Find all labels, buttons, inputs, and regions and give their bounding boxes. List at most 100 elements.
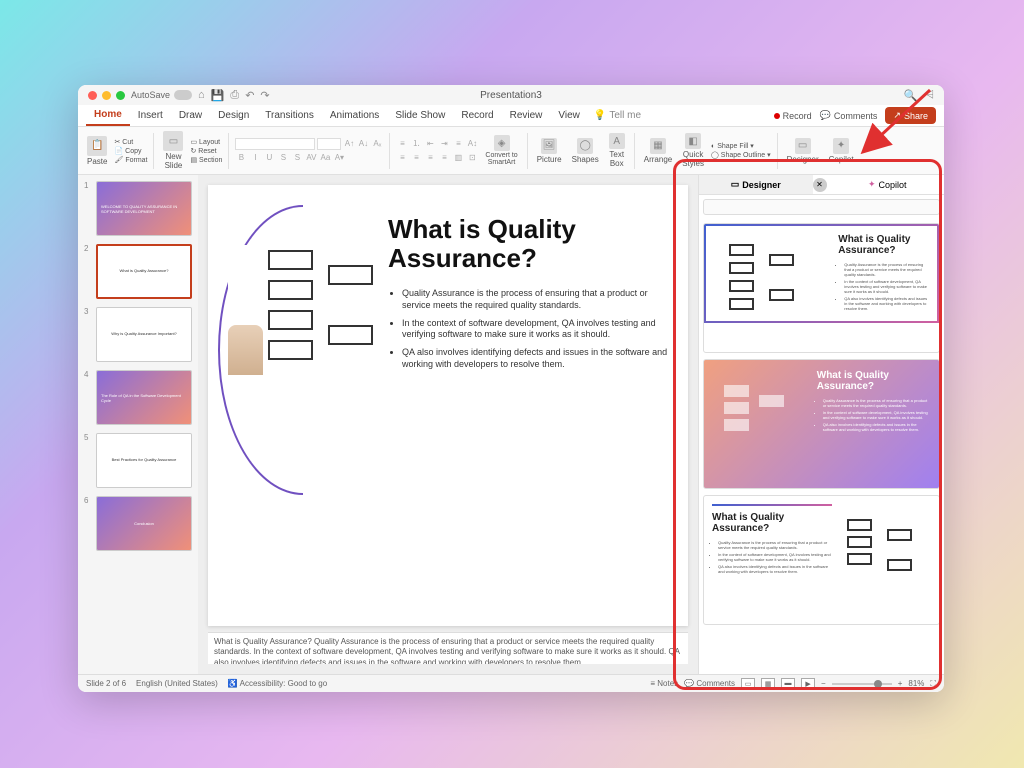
shapes-button[interactable]: ◯Shapes (569, 138, 602, 164)
slide-title[interactable]: What is Quality Assurance? (388, 215, 668, 272)
sorter-view-button[interactable]: ▦ (761, 678, 775, 690)
tab-draw[interactable]: Draw (171, 106, 210, 125)
layout-button[interactable]: ▭ Layout (190, 138, 222, 146)
fit-button[interactable]: ⛶ (930, 679, 936, 689)
current-slide[interactable]: What is Quality Assurance? Quality Assur… (208, 185, 688, 626)
zoom-slider[interactable] (832, 683, 892, 685)
align-center-button[interactable]: ≡ (410, 152, 422, 164)
tab-transitions[interactable]: Transitions (257, 106, 322, 125)
tab-slideshow[interactable]: Slide Show (387, 106, 453, 125)
designer-tab[interactable]: ▭Designer (699, 175, 813, 194)
grow-font-button[interactable]: A↑ (343, 138, 355, 150)
save-icon[interactable]: 💾 (211, 89, 225, 102)
search-icon[interactable]: 🔍 (903, 89, 917, 102)
pane-close-button[interactable]: ✕ (813, 178, 827, 192)
tab-view[interactable]: View (550, 106, 588, 125)
format-painter-button[interactable]: 🖌 Format (114, 156, 147, 164)
thumb-slide-3[interactable]: Why is Quality Assurance Important? (96, 307, 192, 362)
toggle-switch[interactable] (174, 90, 192, 100)
design-suggestion-3[interactable]: What is Quality Assurance? Quality Assur… (703, 495, 940, 625)
align-justify-button[interactable]: ≡ (438, 152, 450, 164)
thumb-slide-4[interactable]: The Role of QA in the Software Developme… (96, 370, 192, 425)
cut-button[interactable]: ✂ Cut (114, 138, 147, 146)
zoom-value[interactable]: 81% (908, 679, 924, 688)
tab-home[interactable]: Home (86, 105, 130, 126)
designer-ribbon-button[interactable]: ▭Designer (784, 138, 822, 164)
font-select[interactable] (235, 138, 315, 150)
shapeoutline-button[interactable]: ◯ Shape Outline ▾ (711, 151, 771, 159)
speaker-notes[interactable]: What is Quality Assurance? Quality Assur… (208, 632, 688, 664)
share-button[interactable]: ↗Share (885, 107, 936, 124)
indent-inc-button[interactable]: ⇥ (438, 138, 450, 150)
spacing-button[interactable]: AV (305, 152, 317, 164)
shapefill-button[interactable]: ◐ Shape Fill ▾ (711, 142, 771, 150)
normal-view-button[interactable]: ▭ (741, 678, 755, 690)
zoom-in-button[interactable]: + (898, 679, 903, 688)
link-icon[interactable]: ⩤ (925, 89, 934, 102)
autosave-toggle[interactable]: AutoSave (131, 90, 192, 100)
close-window-button[interactable] (88, 91, 97, 100)
tab-animations[interactable]: Animations (322, 106, 387, 125)
bold-button[interactable]: B (235, 152, 247, 164)
thumb-slide-1[interactable]: WELCOME TO QUALITY ASSURANCE IN SOFTWARE… (96, 181, 192, 236)
newslide-button[interactable]: ▭ New Slide (160, 131, 186, 170)
highlight-button[interactable]: Aa (319, 152, 331, 164)
tab-insert[interactable]: Insert (130, 106, 171, 125)
numbering-button[interactable]: ⒈ (410, 138, 422, 150)
minimize-window-button[interactable] (102, 91, 111, 100)
copilot-ribbon-button[interactable]: ✦Copilot (826, 138, 857, 164)
notes-toggle[interactable]: ≡ Notes (650, 679, 678, 688)
align-right-button[interactable]: ≡ (424, 152, 436, 164)
reset-button[interactable]: ↻ Reset (190, 147, 222, 155)
textdir-button[interactable]: A↕ (466, 138, 478, 150)
tellme-search[interactable]: 💡 Tell me (594, 110, 641, 121)
undo-icon[interactable]: ↶ (245, 89, 254, 102)
tab-record[interactable]: Record (453, 106, 501, 125)
picture-button[interactable]: 🖼Picture (534, 138, 565, 164)
copilot-tab[interactable]: ✦Copilot (831, 175, 945, 194)
thumb-slide-2[interactable]: What is Quality Assurance? (96, 244, 192, 299)
underline-button[interactable]: U (263, 152, 275, 164)
comments-button[interactable]: 💬Comments (820, 110, 878, 121)
indent-dec-button[interactable]: ⇤ (424, 138, 436, 150)
align-text-button[interactable]: ⊡ (466, 152, 478, 164)
quickstyles-button[interactable]: ◧Quick Styles (679, 133, 707, 168)
reading-view-button[interactable]: ▬ (781, 678, 795, 690)
comments-toggle[interactable]: 💬 Comments (684, 679, 735, 688)
copy-button[interactable]: 📄 Copy (114, 147, 147, 155)
slide-bullets[interactable]: Quality Assurance is the process of ensu… (388, 288, 668, 370)
newslide-icon: ▭ (163, 131, 183, 151)
zoom-out-button[interactable]: − (821, 679, 826, 688)
clear-format-button[interactable]: Aₓ (371, 138, 383, 150)
designer-search[interactable] (703, 199, 940, 215)
section-button[interactable]: ▤ Section (190, 156, 222, 164)
columns-button[interactable]: ▥ (452, 152, 464, 164)
record-button[interactable]: Record (774, 111, 812, 121)
design-suggestion-1[interactable]: What is Quality Assurance? Quality Assur… (703, 223, 940, 353)
slideshow-view-button[interactable]: ▶ (801, 678, 815, 690)
strike-button[interactable]: S (277, 152, 289, 164)
fontsize-select[interactable] (317, 138, 341, 150)
bullets-button[interactable]: ≡ (396, 138, 408, 150)
align-left-button[interactable]: ≡ (396, 152, 408, 164)
thumb-slide-6[interactable]: Conclusion (96, 496, 192, 551)
shadow-button[interactable]: S (291, 152, 303, 164)
design-suggestion-2[interactable]: What is Quality Assurance? Quality Assur… (703, 359, 940, 489)
arrange-button[interactable]: ▦Arrange (641, 138, 675, 164)
maximize-window-button[interactable] (116, 91, 125, 100)
smartart-button[interactable]: ◈ Convert to SmartArt (482, 135, 520, 166)
tab-design[interactable]: Design (210, 106, 257, 125)
italic-button[interactable]: I (249, 152, 261, 164)
home-icon[interactable]: ⌂ (198, 89, 205, 102)
paste-button[interactable]: 📋 Paste (84, 136, 110, 166)
redo-icon[interactable]: ↷ (260, 89, 269, 102)
linespacing-button[interactable]: ≡ (452, 138, 464, 150)
shrink-font-button[interactable]: A↓ (357, 138, 369, 150)
textbox-button[interactable]: AText Box (606, 133, 628, 168)
tab-review[interactable]: Review (502, 106, 551, 125)
language-status[interactable]: English (United States) (136, 679, 218, 688)
print-icon[interactable]: ⎙ (230, 89, 239, 102)
accessibility-status[interactable]: ♿ Accessibility: Good to go (228, 679, 327, 688)
fontcolor-button[interactable]: A▾ (333, 152, 345, 164)
thumb-slide-5[interactable]: Best Practices for Quality Assurance (96, 433, 192, 488)
